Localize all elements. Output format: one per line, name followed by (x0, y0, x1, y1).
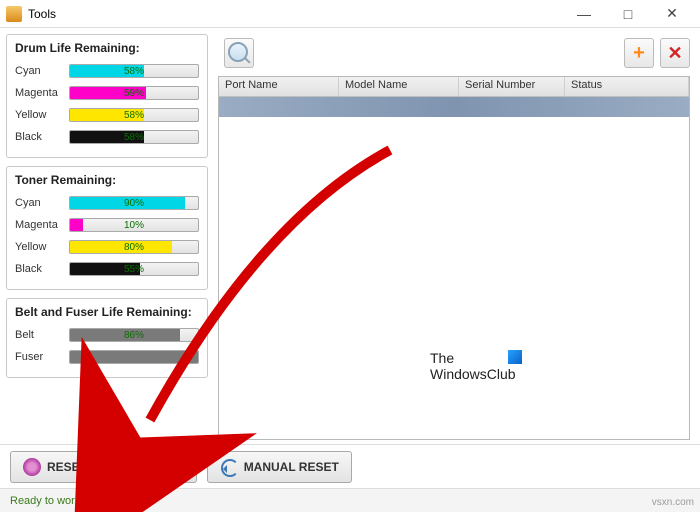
grid-header: Port Name Model Name Serial Number Statu… (219, 77, 689, 97)
toner-panel: Toner Remaining: Cyan90%Magenta10%Yellow… (6, 166, 208, 290)
toner-row-magenta: Magenta10% (15, 215, 199, 235)
search-button[interactable] (224, 38, 254, 68)
watermark-line1: The (430, 350, 454, 366)
belt-label: Belt (15, 329, 69, 341)
titlebar: Tools — □ ✕ (0, 0, 700, 28)
toner-label: Yellow (15, 241, 69, 253)
belt-title: Belt and Fuser Life Remaining: (15, 305, 199, 319)
bar-percent: 58% (70, 131, 198, 143)
toolbar: + ✕ (218, 36, 690, 70)
reset-all-label: RESET ALL COUNTERS (47, 460, 184, 474)
bar-percent: 58% (70, 109, 198, 121)
col-port-name[interactable]: Port Name (219, 77, 339, 96)
windows-logo-icon (508, 350, 522, 364)
drum-label: Magenta (15, 87, 69, 99)
drum-bar: 58% (69, 64, 199, 78)
drum-label: Yellow (15, 109, 69, 121)
sidebar: Drum Life Remaining: Cyan58%Magenta59%Ye… (0, 28, 214, 444)
drum-label: Black (15, 131, 69, 143)
toner-bar: 55% (69, 262, 199, 276)
belt-panel: Belt and Fuser Life Remaining: Belt86%Fu… (6, 298, 208, 378)
app-icon (6, 6, 22, 22)
drum-row-magenta: Magenta59% (15, 83, 199, 103)
drum-bar: 59% (69, 86, 199, 100)
toner-bar: 80% (69, 240, 199, 254)
delete-icon: ✕ (667, 43, 682, 64)
maximize-button[interactable]: □ (606, 0, 650, 28)
device-grid[interactable]: Port Name Model Name Serial Number Statu… (218, 76, 690, 440)
window-title: Tools (28, 7, 56, 21)
reset-all-counters-button[interactable]: RESET ALL COUNTERS (10, 451, 197, 483)
main: Drum Life Remaining: Cyan58%Magenta59%Ye… (0, 28, 700, 444)
delete-button[interactable]: ✕ (660, 38, 690, 68)
bar-percent: 90% (70, 197, 198, 209)
belt-bar (69, 350, 199, 364)
gear-icon (23, 458, 41, 476)
belt-label: Fuser (15, 351, 69, 363)
add-button[interactable]: + (624, 38, 654, 68)
toner-row-black: Black55% (15, 259, 199, 279)
bottom-bar: RESET ALL COUNTERS MANUAL RESET (0, 444, 700, 488)
toner-bar: 90% (69, 196, 199, 210)
toner-label: Magenta (15, 219, 69, 231)
drum-row-black: Black58% (15, 127, 199, 147)
drum-title: Drum Life Remaining: (15, 41, 199, 55)
toner-label: Black (15, 263, 69, 275)
manual-reset-button[interactable]: MANUAL RESET (207, 451, 352, 483)
drum-label: Cyan (15, 65, 69, 77)
col-model-name[interactable]: Model Name (339, 77, 459, 96)
undo-icon (220, 458, 238, 476)
toner-title: Toner Remaining: (15, 173, 199, 187)
plus-icon: + (633, 42, 645, 65)
status-text: Ready to work. (10, 495, 83, 507)
close-button[interactable]: ✕ (650, 0, 694, 28)
belt-bar: 86% (69, 328, 199, 342)
source-label: vsxn.com (652, 497, 694, 508)
watermark-line2: WindowsClub (430, 366, 522, 382)
grid-row-selected[interactable] (219, 97, 689, 117)
status-bar: Ready to work. (0, 488, 700, 512)
watermark: The WindowsClub (430, 350, 522, 382)
drum-panel: Drum Life Remaining: Cyan58%Magenta59%Ye… (6, 34, 208, 158)
search-icon (225, 39, 253, 67)
belt-row-belt: Belt86% (15, 325, 199, 345)
bar-percent: 55% (70, 263, 198, 275)
bar-percent: 58% (70, 65, 198, 77)
window-controls: — □ ✕ (562, 0, 694, 28)
minimize-button[interactable]: — (562, 0, 606, 28)
col-status[interactable]: Status (565, 77, 689, 96)
bar-percent: 10% (70, 219, 198, 231)
bar-percent: 86% (70, 329, 198, 341)
bar-percent: 59% (70, 87, 198, 99)
drum-row-cyan: Cyan58% (15, 61, 199, 81)
manual-reset-label: MANUAL RESET (244, 460, 339, 474)
bar-percent (70, 351, 198, 363)
drum-bar: 58% (69, 108, 199, 122)
bar-percent: 80% (70, 241, 198, 253)
toner-bar: 10% (69, 218, 199, 232)
drum-bar: 58% (69, 130, 199, 144)
toner-row-yellow: Yellow80% (15, 237, 199, 257)
col-serial[interactable]: Serial Number (459, 77, 565, 96)
drum-row-yellow: Yellow58% (15, 105, 199, 125)
toner-label: Cyan (15, 197, 69, 209)
belt-row-fuser: Fuser (15, 347, 199, 367)
toner-row-cyan: Cyan90% (15, 193, 199, 213)
